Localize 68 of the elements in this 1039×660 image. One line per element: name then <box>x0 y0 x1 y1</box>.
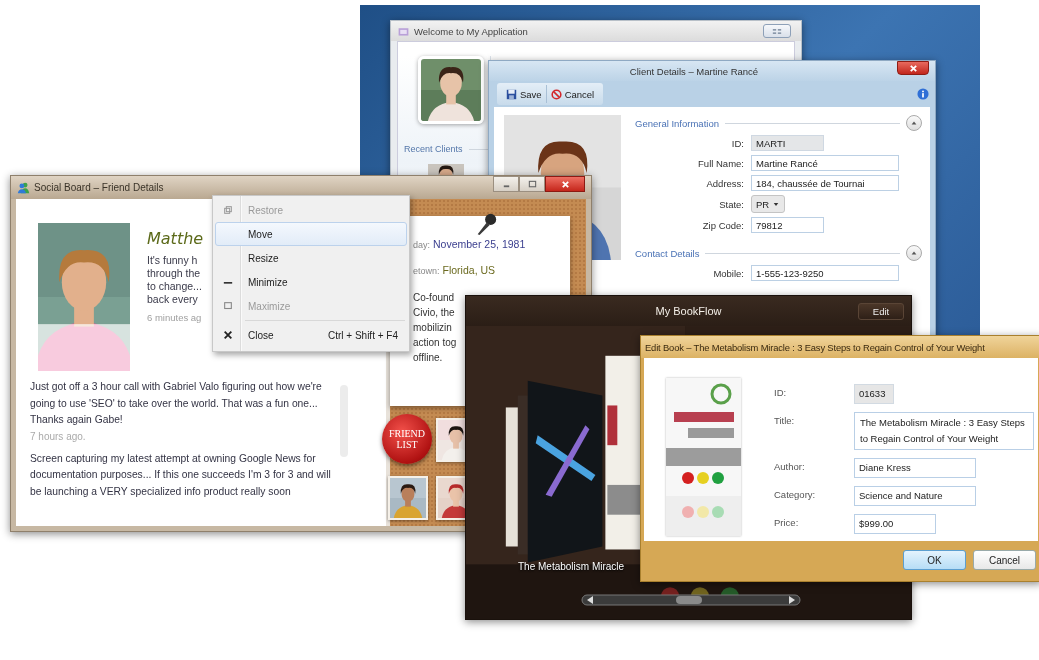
save-button[interactable]: Save <box>502 85 546 103</box>
chevron-up-icon <box>910 249 918 257</box>
bio-text: mobilizin <box>413 321 453 335</box>
cancel-button[interactable]: Cancel <box>973 550 1036 570</box>
window-title: Welcome to My Application <box>414 25 529 37</box>
timestamp: 7 hours ago. <box>30 429 87 444</box>
ok-button[interactable]: OK <box>903 550 966 570</box>
detail-label: etown: <box>413 266 440 276</box>
caret-icon <box>773 201 780 207</box>
detail-value: Florida, US <box>442 264 496 276</box>
field-label: Full Name: <box>697 157 745 169</box>
bio-text: Co-found <box>413 291 456 305</box>
info-icon[interactable] <box>917 88 929 100</box>
close-button[interactable] <box>545 176 585 192</box>
field-label: Mobile: <box>712 267 745 279</box>
status-text: to change... <box>147 280 203 293</box>
close-button[interactable] <box>897 61 929 75</box>
window-title: Social Board – Friend Details <box>34 182 165 193</box>
window-title: My BookFlow <box>655 305 722 317</box>
chevron-up-icon <box>910 119 918 127</box>
app-icon <box>17 181 30 194</box>
field-label: ID: <box>730 137 745 149</box>
field-label: State: <box>718 198 745 210</box>
field-label: Address: <box>705 177 745 189</box>
collapse-button[interactable] <box>906 245 922 261</box>
input-field[interactable]: Martine Rancé <box>751 155 899 171</box>
menu-item[interactable]: Close Ctrl + Shift + F4 <box>215 323 407 347</box>
maximize-icon <box>527 179 537 189</box>
status-text: It's funny h <box>147 254 199 267</box>
input-field[interactable]: 79812 <box>751 217 824 233</box>
status-text: back every <box>147 293 199 306</box>
menu-item[interactable]: Minimize <box>215 270 407 294</box>
maximize-icon <box>223 301 233 311</box>
detail-value: November 25, 1981 <box>433 238 526 250</box>
shortcut-text: Ctrl + Shift + F4 <box>327 329 398 341</box>
edit-button[interactable]: Edit <box>858 303 904 320</box>
status-text: through the <box>147 267 202 280</box>
dropdown[interactable]: PR <box>751 195 785 213</box>
window-button[interactable] <box>763 24 791 38</box>
cancel-button[interactable]: Cancel <box>545 85 599 103</box>
close-icon <box>908 63 918 73</box>
friend-list-button[interactable]: FRIEND LIST <box>382 414 432 464</box>
window-title: Client Details – Martine Rancé <box>628 65 760 77</box>
post-text: Screen capturing my latest attempt at owning Google News for documentation purposes... If this one succeeds I'm 3 for 3 and will be launching a VERY specialized info product really soon <box>30 451 332 499</box>
close-icon <box>223 330 233 340</box>
section-title: General Information <box>635 117 719 129</box>
input-field[interactable]: MARTI <box>751 135 824 151</box>
close-icon <box>560 179 570 189</box>
bio-text: action tog <box>413 336 458 350</box>
grid-icon <box>772 27 782 35</box>
section-title: Contact Details <box>635 247 700 259</box>
minimize-button[interactable] <box>493 176 519 192</box>
menu-item[interactable]: Move <box>215 222 407 246</box>
post-text: Just got off a 3 hour call with Gabriel Valo figuring out how we're going to use 'SEO' to take over the world. That was a fun one... Thanks again Gabe! <box>30 380 323 427</box>
input-field[interactable]: 184, chaussée de Tournai <box>751 175 899 191</box>
timestamp: 6 minutes ag <box>147 312 203 323</box>
detail-label: day: <box>413 240 430 250</box>
section-title: Recent Clients <box>404 144 463 154</box>
friend-name: Matthe <box>147 229 204 248</box>
collapse-button[interactable] <box>906 115 922 131</box>
input-field[interactable]: 1-555-123-9250 <box>751 265 899 281</box>
restore-icon <box>223 205 233 215</box>
menu-item[interactable]: Resize <box>215 246 407 270</box>
cancel-icon <box>550 88 562 100</box>
bio-text: Civio, the <box>413 306 456 320</box>
bio-text: offline. <box>413 351 444 365</box>
maximize-button[interactable] <box>519 176 545 192</box>
field-label: Zip Code: <box>701 219 745 231</box>
